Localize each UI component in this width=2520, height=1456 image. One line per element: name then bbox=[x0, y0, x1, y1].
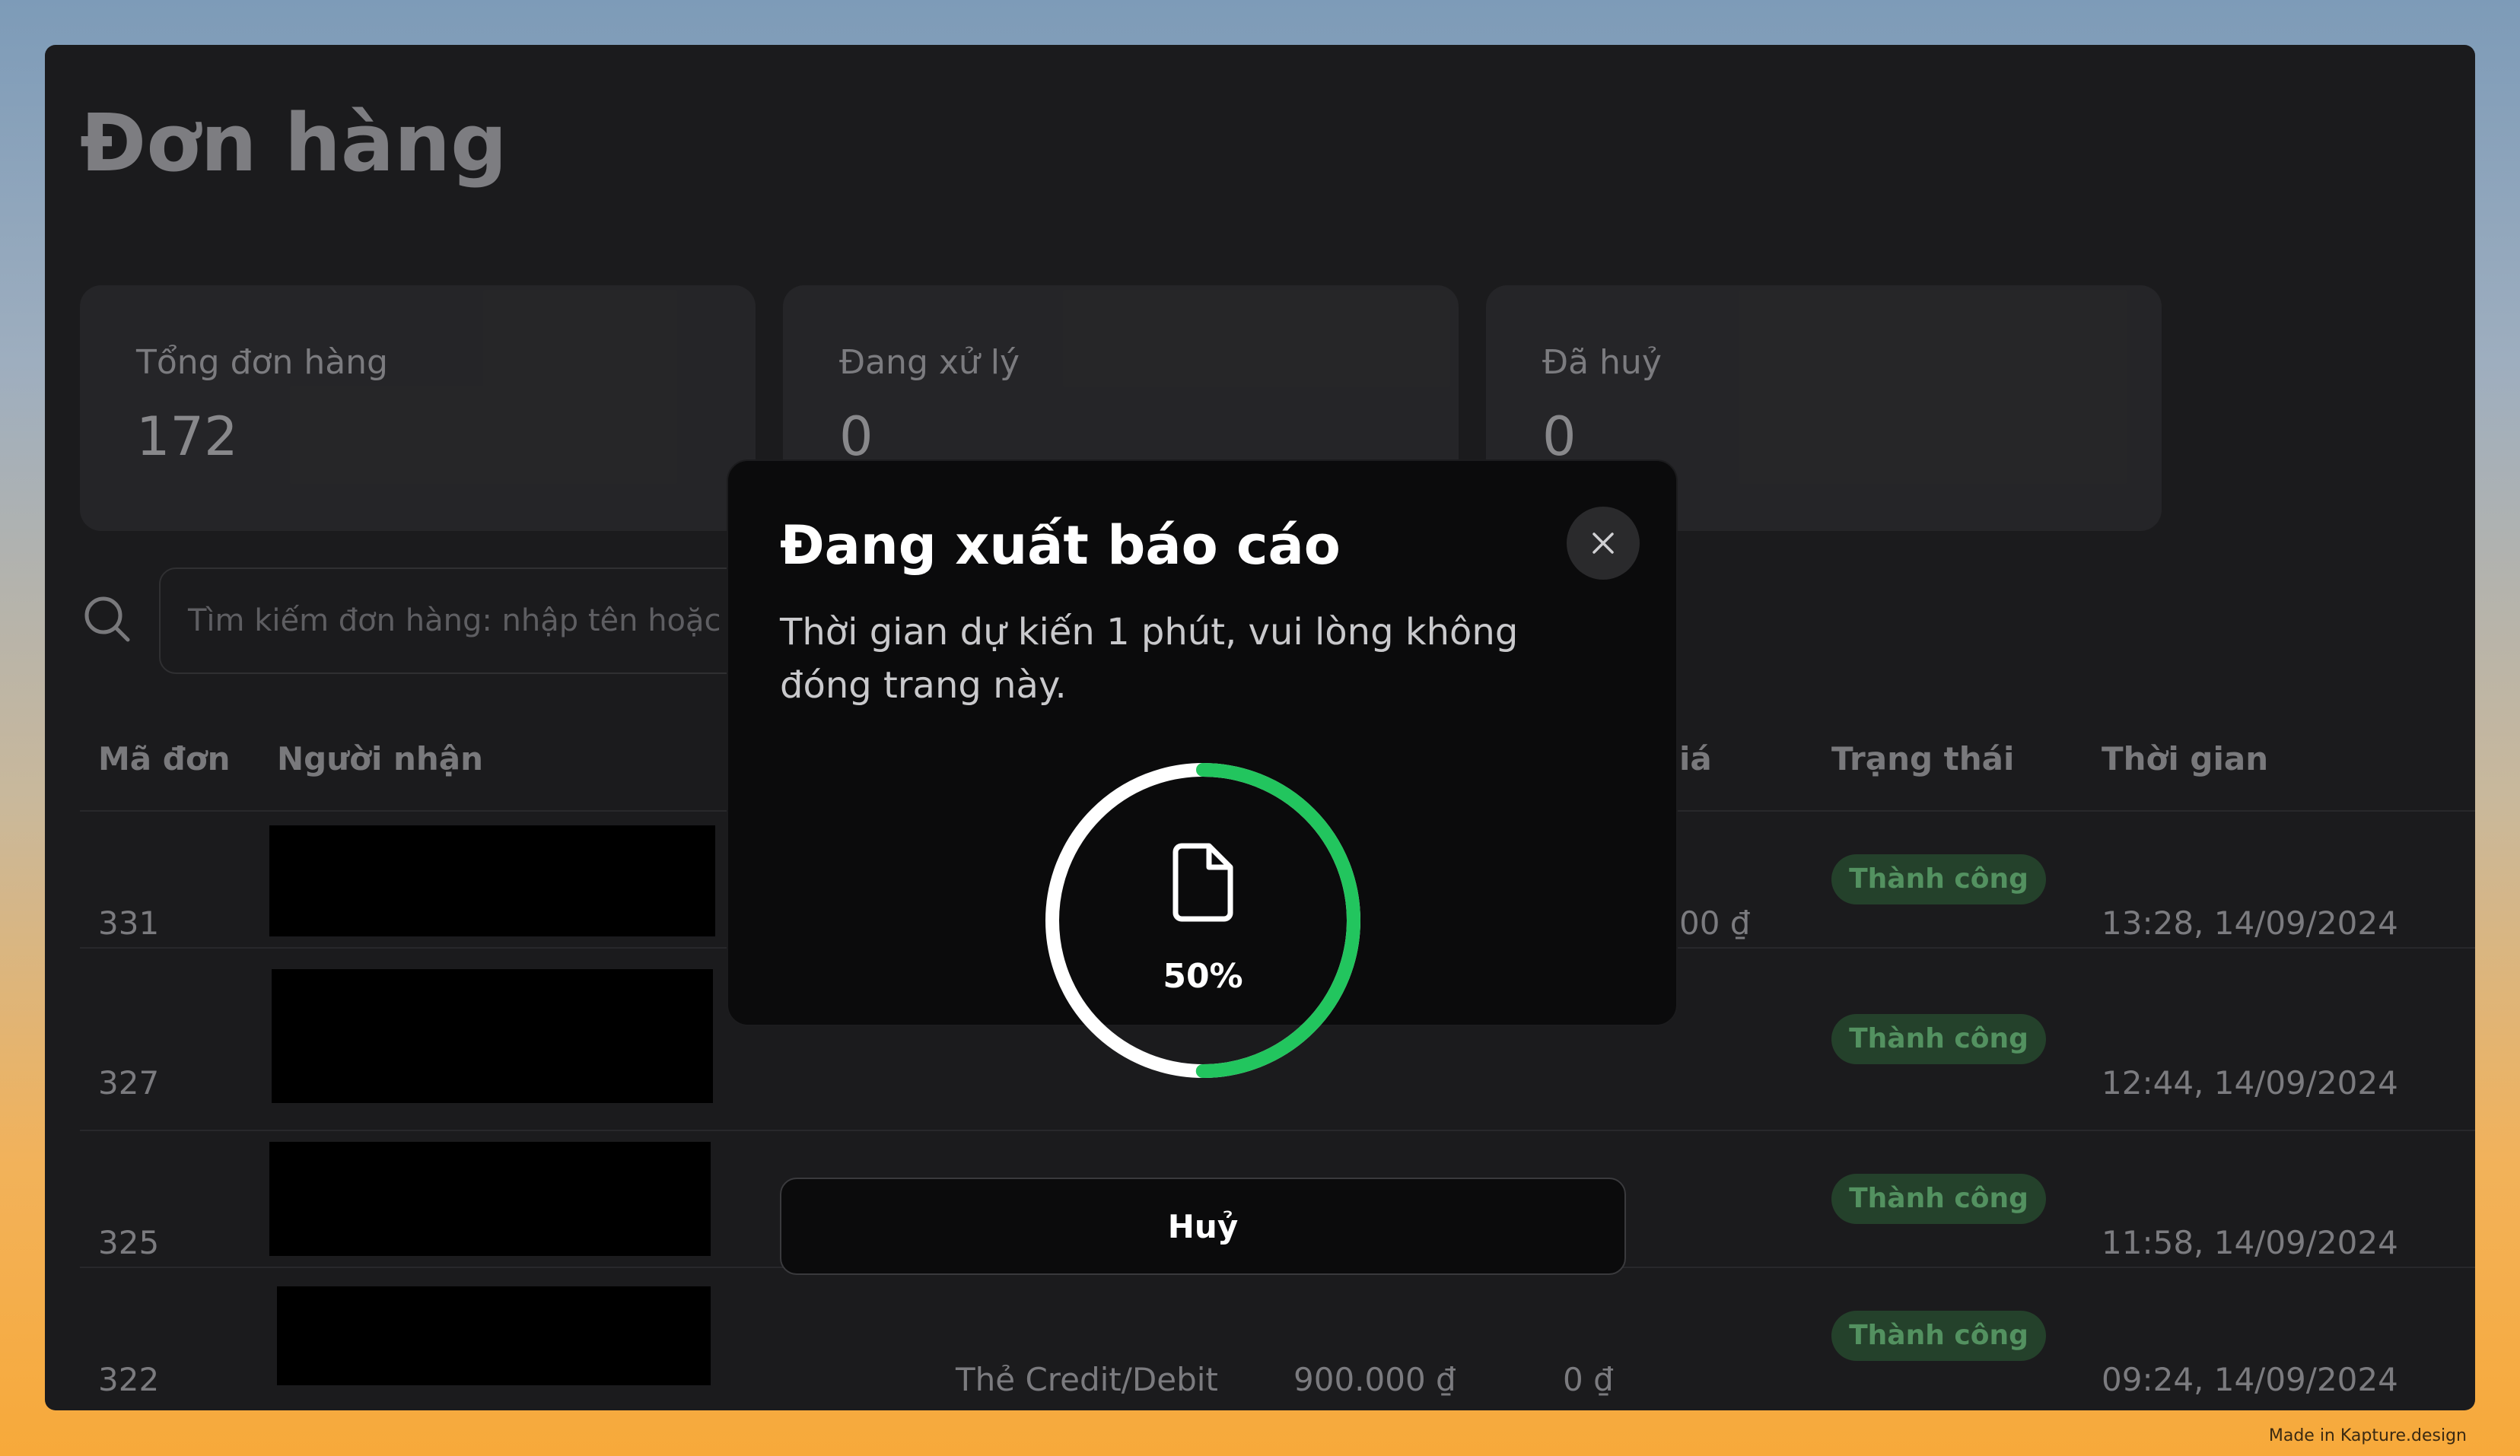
progress-label: 50% bbox=[1163, 957, 1243, 996]
footer-credit: Made in Kapture.design bbox=[2268, 1426, 2467, 1445]
app-window: Đơn hàng Tổng đơn hàng 172 Đang xử lý 0 … bbox=[45, 45, 2475, 1410]
close-button[interactable] bbox=[1567, 507, 1640, 580]
modal-description: Thời gian dự kiến 1 phút, vui lòng không… bbox=[780, 611, 1519, 707]
modal-title: Đang xuất báo cáo bbox=[780, 514, 1341, 577]
close-icon bbox=[1592, 532, 1614, 554]
cancel-button[interactable]: Huỷ bbox=[780, 1178, 1626, 1275]
export-report-modal: Đang xuất báo cáo Thời gian dự kiến 1 ph… bbox=[727, 459, 1678, 1275]
file-icon bbox=[1172, 843, 1233, 922]
progress-ring: 50% bbox=[1043, 761, 1363, 1080]
